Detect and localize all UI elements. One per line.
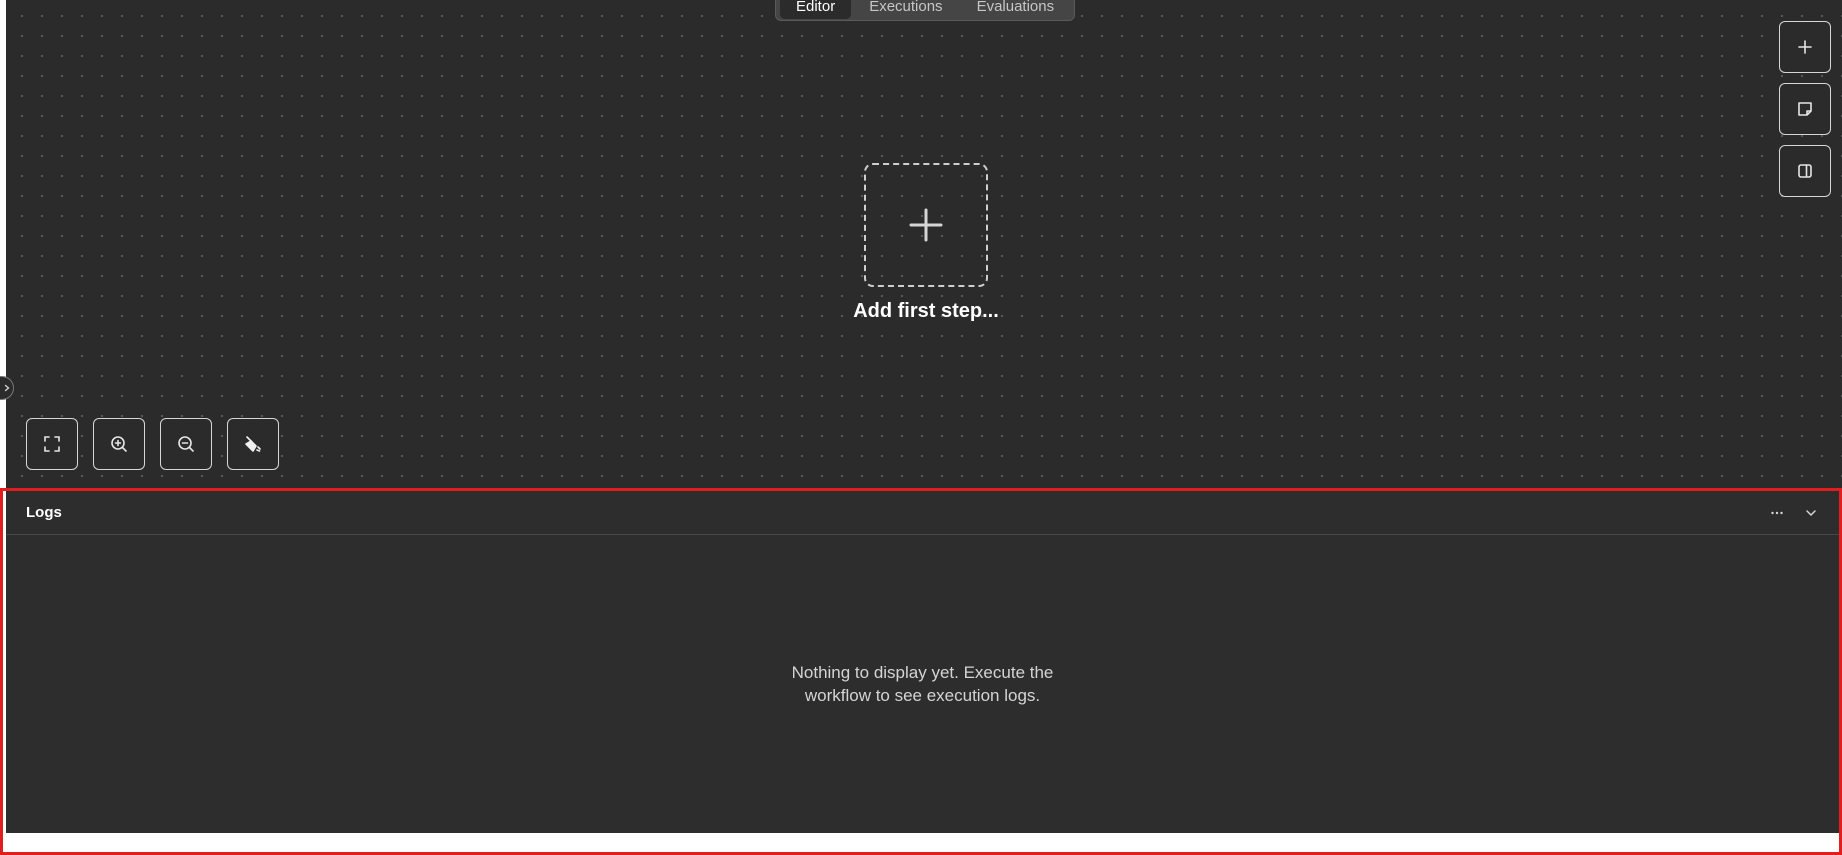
logs-empty-message: Nothing to display yet. Execute the work… (791, 663, 1054, 705)
side-panel-icon (1798, 164, 1812, 178)
canvas-right-toolbar (1779, 21, 1831, 197)
tab-editor[interactable]: Editor (780, 0, 852, 19)
logs-empty-state: Nothing to display yet. Execute the work… (6, 661, 1839, 707)
add-sticky-note-button[interactable] (1779, 83, 1831, 135)
tab-executions[interactable]: Executions (853, 0, 958, 19)
plus-icon (909, 208, 943, 242)
logs-more-options-button[interactable] (1769, 505, 1785, 521)
toggle-panel-button[interactable] (1779, 145, 1831, 197)
tab-evaluations[interactable]: Evaluations (961, 0, 1071, 19)
zoom-in-icon (111, 436, 127, 452)
logs-header: Logs (6, 491, 1839, 535)
chevron-down-icon (1806, 509, 1816, 516)
logs-title: Logs (26, 504, 62, 521)
zoom-out-icon (178, 436, 194, 452)
tidy-up-icon (245, 436, 261, 452)
workflow-canvas[interactable]: Editor Executions Evaluations Add first … (6, 0, 1842, 488)
fit-view-button[interactable] (26, 418, 78, 470)
logs-collapse-button[interactable] (1803, 505, 1819, 521)
logs-panel-body: Logs Nothing to display yet. Execute the… (6, 491, 1839, 833)
view-switcher: Editor Executions Evaluations (775, 0, 1076, 21)
sticky-note-icon (1798, 102, 1812, 116)
canvas-controls (26, 418, 279, 470)
fit-view-icon (44, 436, 60, 452)
tidy-up-button[interactable] (227, 418, 279, 470)
more-horizontal-icon (1771, 511, 1783, 514)
zoom-out-button[interactable] (160, 418, 212, 470)
plus-icon (1798, 40, 1812, 54)
chevron-right-icon (4, 384, 10, 392)
add-first-step-button[interactable] (864, 163, 988, 287)
logs-panel: Logs Nothing to display yet. Execute the… (0, 488, 1842, 855)
add-first-step-label: Add first step... (853, 300, 999, 322)
add-node-button[interactable] (1779, 21, 1831, 73)
zoom-in-button[interactable] (93, 418, 145, 470)
workflow-editor: Editor Executions Evaluations Add first … (0, 0, 1842, 855)
logs-actions (1769, 505, 1819, 521)
